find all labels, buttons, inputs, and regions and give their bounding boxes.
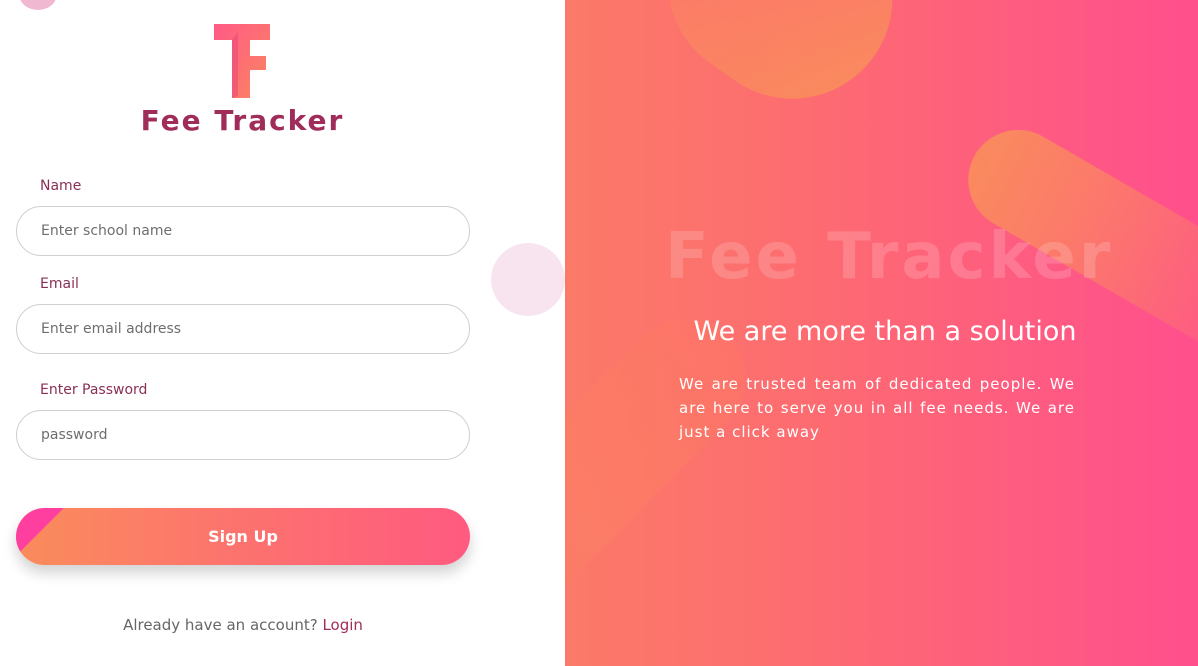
hero-subtitle: We are more than a solution [693,316,1077,347]
school-name-input[interactable] [16,206,470,256]
decorative-circle [19,0,57,10]
brand-logo: Fee Tracker [140,20,345,145]
logo-f-icon [214,24,270,98]
email-input[interactable] [16,304,470,354]
hero-watermark-title: Fee Tracker [665,220,1114,294]
button-corner-accent [16,508,64,556]
email-label: Email [40,276,79,292]
decorative-shape [628,0,932,138]
signup-panel: Fee Tracker Name Email Enter Password Si… [0,0,565,666]
brand-name: Fee Tracker [140,104,345,137]
hero-panel: Fee Tracker We are more than a solution … [565,0,1198,666]
name-label: Name [40,178,82,194]
login-prompt-text: Already have an account? [123,616,318,634]
sign-up-label: Sign Up [208,527,278,546]
login-prompt: Already have an account? Login [0,616,486,634]
login-link[interactable]: Login [322,616,362,634]
sign-up-button[interactable]: Sign Up [16,508,470,565]
hero-description: We are trusted team of dedicated people.… [679,375,1075,441]
decorative-half-circle [491,243,565,316]
password-label: Enter Password [40,382,148,398]
password-input[interactable] [16,410,470,460]
